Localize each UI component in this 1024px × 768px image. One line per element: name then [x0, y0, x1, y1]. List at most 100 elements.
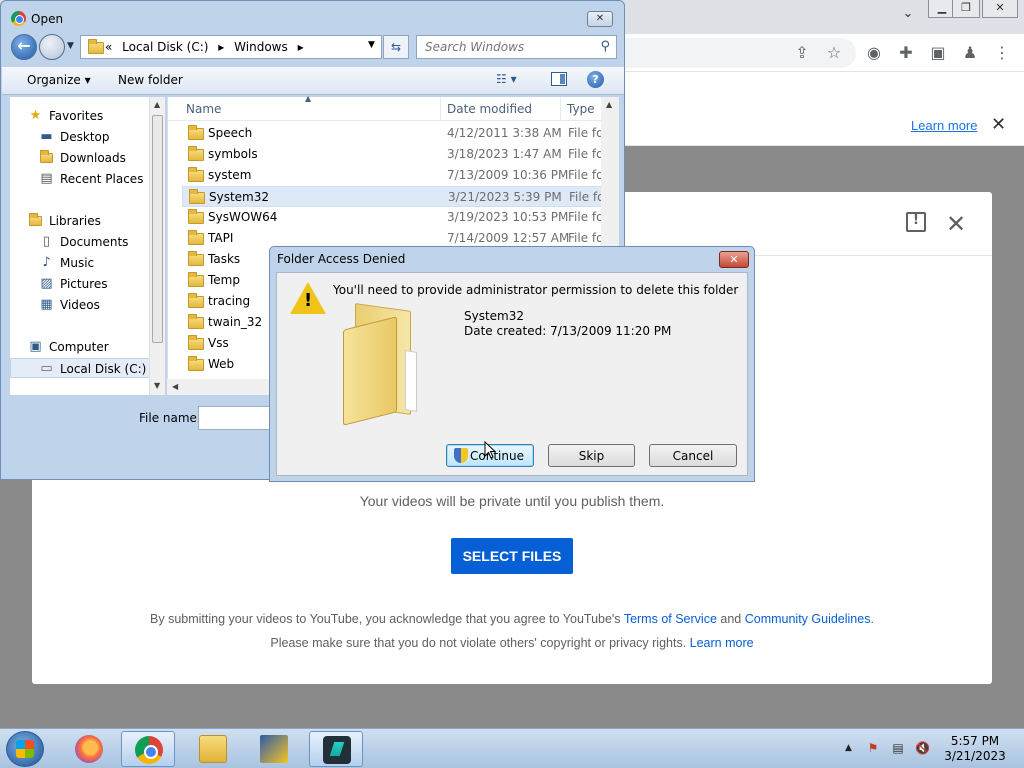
star-icon: ★	[29, 108, 42, 123]
nav-desktop[interactable]: ▬ Desktop	[10, 127, 150, 147]
nav-label: Local Disk (C:)	[60, 362, 147, 376]
file-row-selected[interactable]: System32 3/21/2023 5:39 PM File fol	[182, 186, 604, 207]
taskbar-firefox[interactable]	[62, 731, 116, 767]
nav-videos[interactable]: ▦ Videos	[10, 295, 150, 315]
new-folder-button[interactable]: New folder	[118, 73, 183, 87]
close-infobar-icon[interactable]: ✕	[991, 114, 1006, 135]
file-list-scrollbar[interactable]: ▲	[601, 97, 619, 247]
file-row[interactable]: Speech 4/12/2011 3:38 AM File fol	[182, 123, 604, 144]
close-dialog-button[interactable]: ✕	[587, 11, 613, 27]
address-dropdown-icon[interactable]: ▼	[368, 40, 375, 50]
learn-more-link[interactable]: Learn more	[911, 118, 977, 133]
nav-downloads[interactable]: Downloads	[10, 148, 150, 168]
computer-icon: ▣	[29, 339, 42, 354]
column-type[interactable]: Type	[567, 102, 595, 116]
file-name-input[interactable]	[198, 406, 278, 430]
file-row[interactable]: system 7/13/2009 10:36 PM File fol	[182, 165, 604, 186]
file-type: File fol	[569, 190, 604, 204]
privacy-prefix: Please make sure that you do not violate…	[270, 636, 690, 650]
organize-button[interactable]: Organize ▾	[27, 73, 91, 87]
taskbar-explorer[interactable]	[186, 731, 240, 767]
network-icon[interactable]: ▤	[891, 741, 905, 755]
scroll-up-icon[interactable]: ▲	[154, 100, 160, 109]
scroll-up-icon[interactable]: ▲	[606, 100, 612, 109]
privacy-learn-more-link[interactable]: Learn more	[690, 636, 754, 650]
skip-button[interactable]: Skip	[548, 444, 635, 467]
action-center-icon[interactable]: ⚑	[866, 741, 880, 755]
scroll-down-icon[interactable]: ▼	[154, 381, 160, 390]
feedback-icon[interactable]: !	[906, 212, 926, 232]
taskbar-app[interactable]	[247, 731, 301, 767]
nav-label: Libraries	[49, 214, 101, 228]
breadcrumb-separator[interactable]: ▸	[298, 40, 304, 54]
close-window-button[interactable]: ✕	[982, 0, 1018, 18]
menu-kebab-icon[interactable]: ⋮	[992, 43, 1012, 62]
nav-documents[interactable]: ▯ Documents	[10, 232, 150, 252]
sort-ascending-icon: ▲	[305, 94, 312, 103]
back-button[interactable]: ←	[11, 34, 37, 60]
file-type: File fol	[568, 126, 604, 140]
nav-pictures[interactable]: ▨ Pictures	[10, 274, 150, 294]
change-view-icon[interactable]: ☷ ▾	[496, 72, 517, 86]
scroll-left-icon[interactable]: ◀	[172, 382, 178, 391]
breadcrumb-overflow[interactable]: «	[105, 40, 112, 54]
nav-recent-places[interactable]: ▤ Recent Places	[10, 169, 150, 189]
extension-icon[interactable]: ◉	[864, 43, 884, 62]
nav-favorites[interactable]: ★ Favorites	[10, 106, 150, 126]
cancel-button[interactable]: Cancel	[649, 444, 737, 467]
taskbar-filmora[interactable]	[309, 731, 363, 767]
nav-libraries[interactable]: Libraries	[10, 211, 150, 231]
column-name[interactable]: Name	[186, 102, 221, 116]
preview-pane-icon[interactable]	[551, 72, 567, 86]
recent-locations-dropdown-icon[interactable]: ▼	[67, 41, 74, 51]
terms-of-service-link[interactable]: Terms of Service	[624, 612, 717, 626]
help-icon[interactable]: ?	[587, 71, 604, 88]
file-name: TAPI	[208, 231, 234, 245]
profile-avatar-icon[interactable]: ♟	[960, 43, 980, 62]
breadcrumb-windows[interactable]: Windows	[234, 40, 288, 54]
address-bar[interactable]	[620, 38, 856, 68]
file-list-hscrollbar[interactable]: ◀	[167, 379, 277, 395]
firefox-icon	[75, 735, 103, 763]
start-button[interactable]	[6, 731, 44, 767]
file-row[interactable]: SysWOW64 3/19/2023 10:53 PM File fol	[182, 207, 604, 228]
folder-icon	[188, 125, 204, 140]
nav-label: Music	[60, 256, 95, 270]
select-files-button[interactable]: SELECT FILES	[451, 538, 573, 574]
breadcrumb-local-disk[interactable]: Local Disk (C:)	[122, 40, 208, 54]
folder-icon	[188, 230, 204, 245]
continue-label: Continue	[470, 448, 524, 463]
refresh-icon[interactable]: ⇆	[383, 35, 409, 59]
scrollbar-thumb[interactable]	[152, 115, 163, 343]
file-name: Speech	[208, 126, 253, 140]
bookmark-star-icon[interactable]: ☆	[824, 43, 844, 62]
community-guidelines-link[interactable]: Community Guidelines	[745, 612, 871, 626]
search-input[interactable]	[423, 37, 593, 57]
nav-local-disk[interactable]: ▭ Local Disk (C:)	[10, 358, 150, 378]
search-field[interactable]: ⚲	[416, 35, 617, 59]
share-icon[interactable]: ⇪	[792, 43, 812, 62]
volume-muted-icon[interactable]: 🔇	[915, 741, 930, 755]
address-bar[interactable]: « Local Disk (C:) ▸ Windows ▸ ▼	[80, 35, 382, 59]
clock[interactable]: 5:57 PM 3/21/2023	[940, 734, 1010, 764]
file-name-label: File name:	[139, 411, 201, 425]
file-row[interactable]: symbols 3/18/2023 1:47 AM File fol	[182, 144, 604, 165]
terms-and: and	[716, 612, 745, 626]
close-upload-icon[interactable]: ✕	[946, 210, 966, 238]
column-separator[interactable]	[560, 97, 561, 121]
nav-scrollbar[interactable]: ▲ ▼	[149, 97, 165, 395]
column-separator[interactable]	[440, 97, 441, 121]
forward-button[interactable]	[39, 34, 65, 60]
taskbar-chrome[interactable]	[121, 731, 175, 767]
breadcrumb-separator[interactable]: ▸	[218, 40, 224, 54]
show-hidden-icons-arrow[interactable]: ▲	[845, 743, 852, 753]
tab-search-icon[interactable]: ⌄	[896, 6, 920, 24]
nav-computer[interactable]: ▣ Computer	[10, 337, 150, 357]
puzzle-icon[interactable]: ✚	[896, 43, 916, 62]
restore-button[interactable]: ❐	[952, 0, 980, 18]
close-dialog-button[interactable]: ✕	[719, 251, 749, 268]
nav-music[interactable]: ♪ Music	[10, 253, 150, 273]
side-panel-icon[interactable]: ▣	[928, 43, 948, 62]
column-date[interactable]: Date modified	[447, 102, 532, 116]
warning-icon: !	[290, 282, 326, 314]
